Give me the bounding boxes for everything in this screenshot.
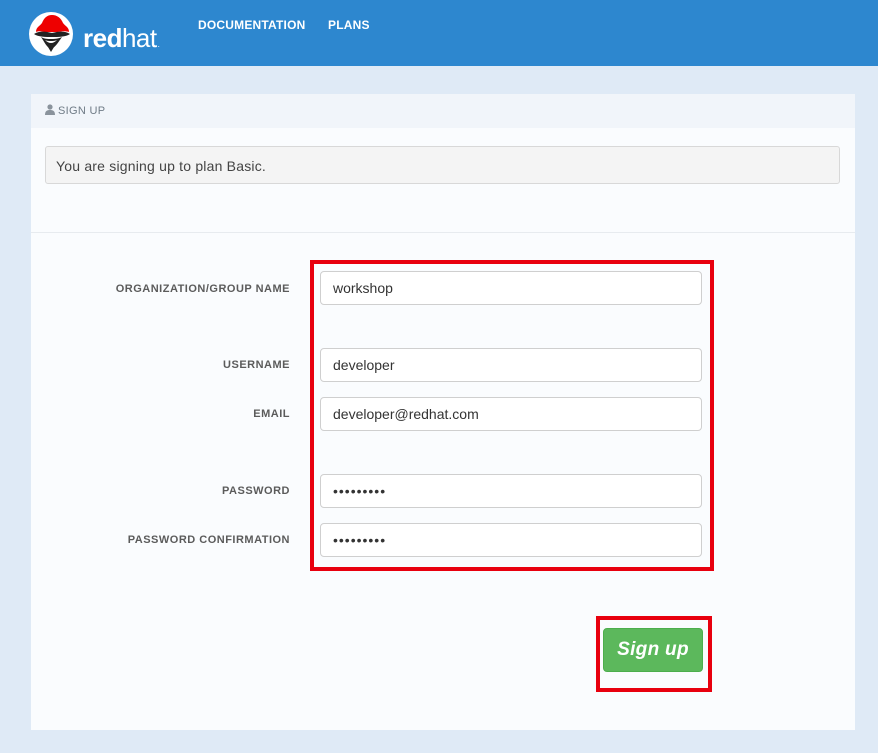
- password-input[interactable]: [320, 474, 702, 508]
- nav-documentation-link[interactable]: DOCUMENTATION: [198, 18, 305, 32]
- user-icon: [45, 104, 55, 115]
- plan-info-alert: You are signing up to plan Basic.: [45, 146, 840, 184]
- panel-heading: SIGN UP: [31, 94, 855, 128]
- signup-panel: SIGN UP You are signing up to plan Basic…: [31, 94, 855, 730]
- nav-plans-link[interactable]: PLANS: [328, 18, 370, 32]
- redhat-logo-icon: [29, 12, 73, 56]
- username-input[interactable]: [320, 348, 702, 382]
- top-navbar: redhat. DOCUMENTATION PLANS: [0, 0, 878, 66]
- password-label: PASSWORD: [222, 485, 290, 497]
- plan-info-text: You are signing up to plan Basic.: [56, 158, 267, 174]
- password-confirmation-label: PASSWORD CONFIRMATION: [127, 534, 290, 546]
- password-confirmation-input[interactable]: [320, 523, 702, 557]
- panel-title-label: SIGN UP: [58, 105, 106, 117]
- organization-input[interactable]: [320, 271, 702, 305]
- panel-divider: [31, 232, 855, 233]
- organization-label: ORGANIZATION/GROUP NAME: [115, 283, 290, 295]
- redhat-brand-link[interactable]: redhat.: [28, 11, 178, 57]
- username-label: USERNAME: [223, 359, 290, 371]
- brand-wordmark: redhat.: [83, 23, 160, 53]
- panel-title: SIGN UP: [45, 104, 105, 117]
- email-input[interactable]: [320, 397, 702, 431]
- email-label: EMAIL: [253, 408, 290, 420]
- sign-up-button[interactable]: Sign up: [603, 628, 703, 672]
